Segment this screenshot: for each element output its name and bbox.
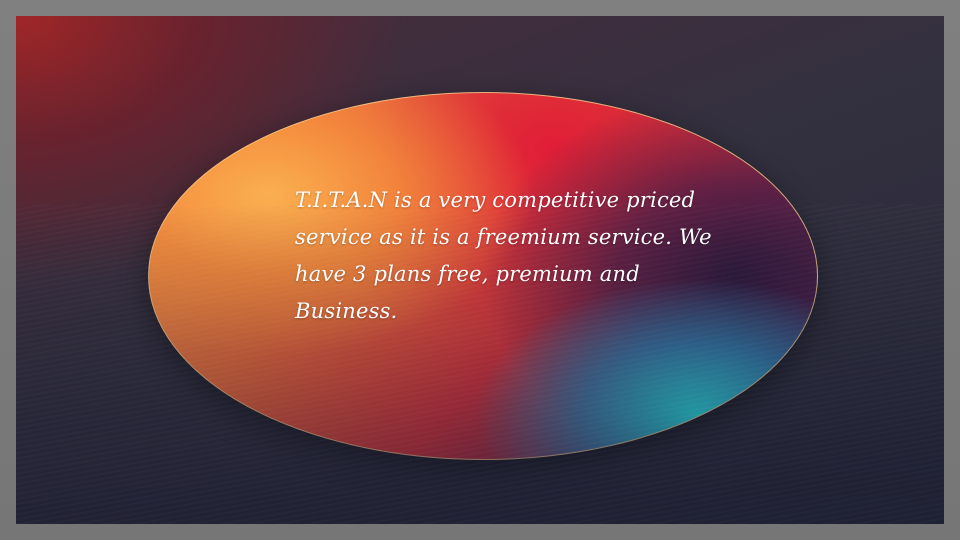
slide-body-text: T.I.T.A.N is a very competitive priced s… xyxy=(295,188,712,323)
slide-frame: T.I.T.A.N is a very competitive priced s… xyxy=(0,0,960,540)
